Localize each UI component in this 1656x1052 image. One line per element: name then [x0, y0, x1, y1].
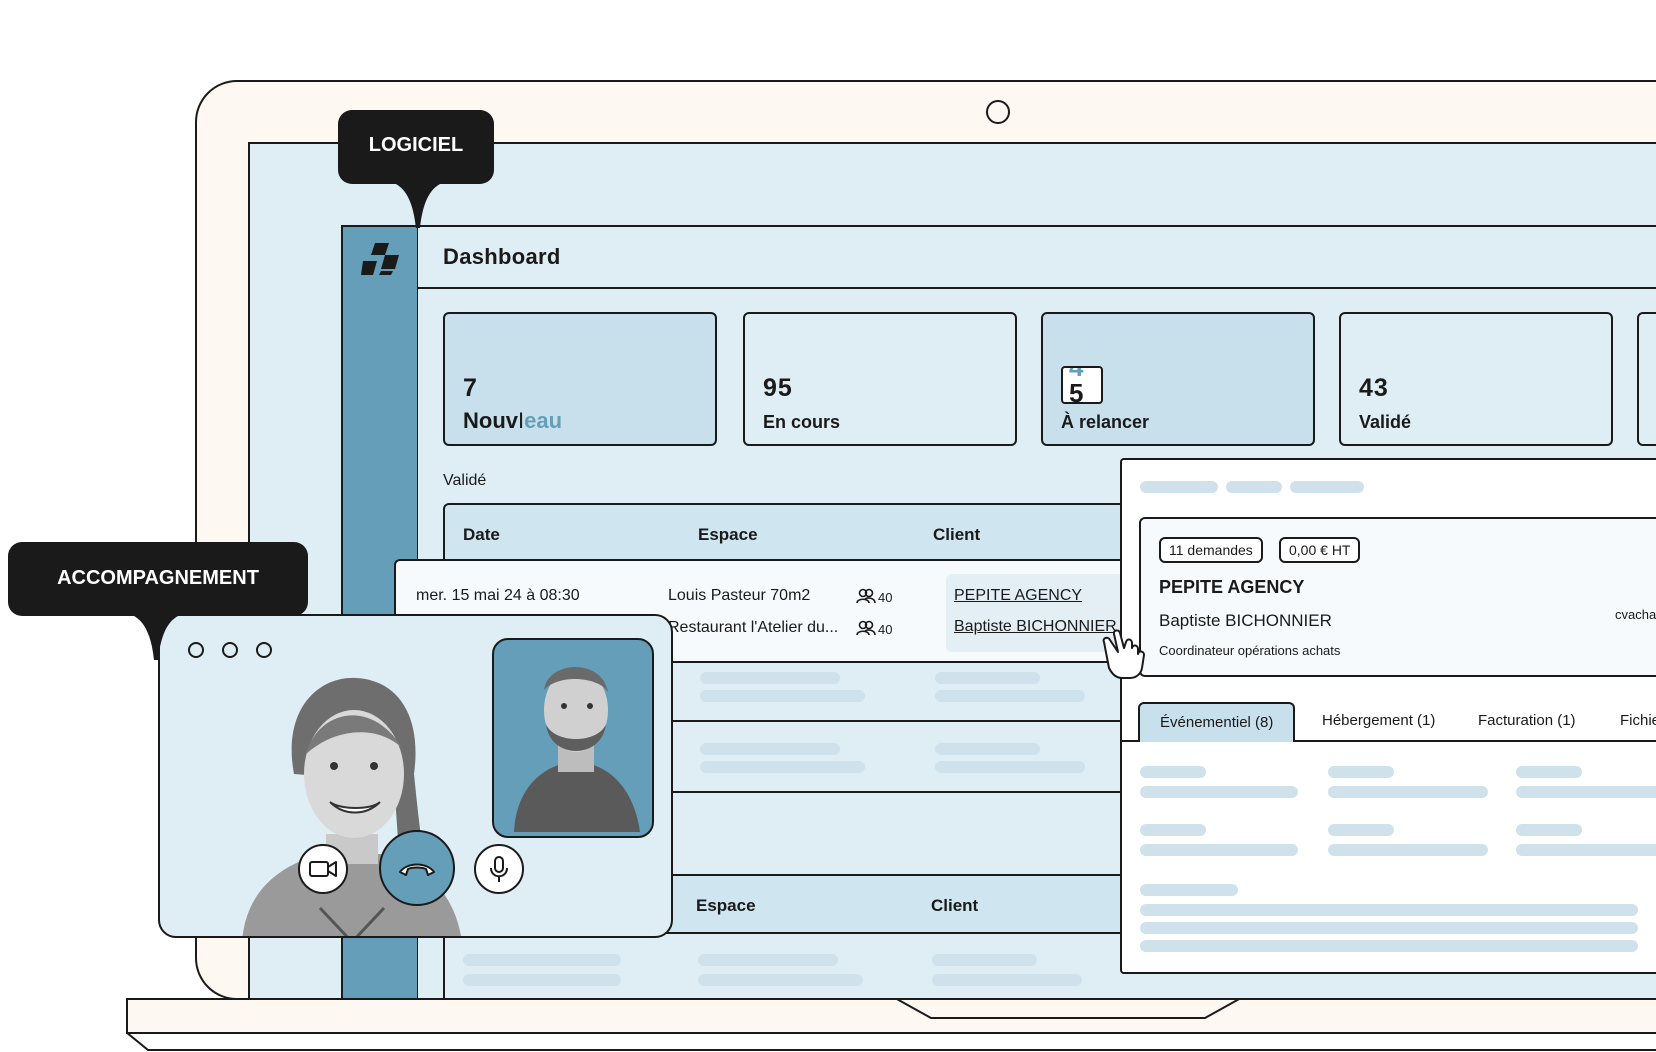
accompagnement-tag-pointer: [116, 612, 196, 660]
participant-man-avatar: [514, 667, 640, 832]
video-call-window: [158, 614, 673, 938]
people-icon: [856, 588, 876, 604]
column-client[interactable]: Client: [933, 525, 980, 545]
accompagnement-tag: ACCOMPAGNEMENT: [8, 542, 308, 616]
tab-evenementiel[interactable]: Événementiel (8): [1138, 702, 1296, 742]
stat-card-en-cours[interactable]: 95 En cours: [743, 312, 1017, 446]
logiciel-tag-pointer: [378, 180, 458, 228]
panel-skeleton: [1140, 766, 1656, 966]
window-dot-icon[interactable]: [256, 642, 272, 658]
cell-date: mer. 15 mai 24 à 08:30: [416, 587, 580, 604]
amount-badge: 0,00 € HT: [1279, 537, 1361, 563]
logiciel-tag: LOGICIEL: [338, 110, 494, 184]
company-name: PEPITE AGENCY: [1159, 577, 1305, 597]
hand-pointer-icon: [1102, 629, 1145, 679]
panel-tabs: Événementiel (8) Hébergement (1) Factura…: [1120, 702, 1656, 742]
section-label: Validé: [443, 472, 487, 489]
stat-card-nouveau[interactable]: 7 NouvIeau: [443, 312, 717, 446]
stat-label: À relancer: [1061, 412, 1150, 432]
stat-value: 43: [1359, 374, 1389, 402]
accompagnement-tag-text: ACCOMPAGNEMENT: [57, 567, 259, 589]
column-client[interactable]: Client: [931, 896, 978, 916]
stat-label-typed: Nouv: [463, 408, 518, 433]
webcam-icon: [986, 100, 1010, 124]
participant-woman-avatar: [242, 677, 461, 936]
skeleton-line: [463, 954, 621, 966]
skeleton-line: [932, 954, 1037, 966]
client-company-link[interactable]: PEPITE AGENCY: [954, 587, 1082, 605]
cell-space: Louis Pasteur 70m2: [668, 587, 811, 604]
window-dot-icon[interactable]: [222, 642, 238, 658]
participant-pip[interactable]: [492, 638, 654, 838]
hang-up-button[interactable]: [379, 830, 455, 906]
skeleton-line: [1140, 481, 1218, 493]
tab-fichiers[interactable]: Fichie: [1620, 712, 1656, 729]
contact-role: Coordinateur opérations achats: [1159, 643, 1341, 658]
microphone-toggle-button[interactable]: [474, 844, 524, 894]
column-espace[interactable]: Espace: [698, 525, 758, 545]
client-card: 11 demandes 0,00 € HT PEPITE AGENCY Bapt…: [1139, 517, 1656, 677]
column-espace[interactable]: Espace: [696, 896, 756, 916]
video-camera-icon: [309, 861, 337, 877]
skeleton-line: [698, 974, 863, 986]
client-contact-link[interactable]: Baptiste BICHONNIER: [954, 618, 1117, 636]
requests-badge: 11 demandes: [1159, 537, 1263, 563]
skeleton-line: [698, 954, 838, 966]
stat-label: En cours: [763, 412, 841, 432]
table-header: Date Espace Client: [443, 503, 1143, 561]
laptop-base-edge: [126, 1032, 1656, 1051]
stat-value: 7: [463, 374, 478, 402]
counter-new-value: 5: [1069, 378, 1084, 404]
laptop-base: [126, 998, 1656, 1034]
page-title: Dashboard: [443, 244, 561, 269]
stat-card-valide[interactable]: 43 Validé: [1339, 312, 1613, 446]
capacity-value: 40: [878, 622, 893, 637]
top-bar: [418, 225, 1656, 289]
microphone-icon: [490, 856, 508, 882]
stat-label[interactable]: NouvIeau: [463, 408, 562, 434]
contact-name: Baptiste BICHONNIER: [1159, 611, 1332, 630]
phone-hang-up-icon: [399, 863, 435, 876]
tab-hebergement[interactable]: Hébergement (1): [1322, 712, 1435, 729]
stat-card-a-relancer[interactable]: 4 5 À relancer: [1041, 312, 1315, 446]
stat-label-selected: eau: [524, 408, 563, 433]
camera-toggle-button[interactable]: [298, 844, 348, 894]
cell-space: Restaurant l'Atelier du...: [668, 619, 839, 636]
capacity-value: 40: [878, 590, 893, 605]
logiciel-tag-text: LOGICIEL: [368, 134, 464, 156]
stat-label: Validé: [1359, 412, 1412, 432]
stat-value: 95: [763, 374, 793, 402]
people-icon: [856, 620, 876, 636]
stat-card-more[interactable]: [1637, 312, 1656, 446]
skeleton-line: [463, 974, 621, 986]
laptop-notch: [895, 998, 1241, 1019]
skeleton-line: [1226, 481, 1282, 493]
app-logo-icon[interactable]: [361, 241, 401, 277]
skeleton-line: [1290, 481, 1364, 493]
counter-flip: 4 5: [1061, 366, 1103, 404]
column-date[interactable]: Date: [463, 525, 500, 545]
skeleton-line: [932, 974, 1082, 986]
tab-facturation[interactable]: Facturation (1): [1478, 712, 1576, 729]
contact-email[interactable]: cvacha: [1615, 607, 1656, 622]
